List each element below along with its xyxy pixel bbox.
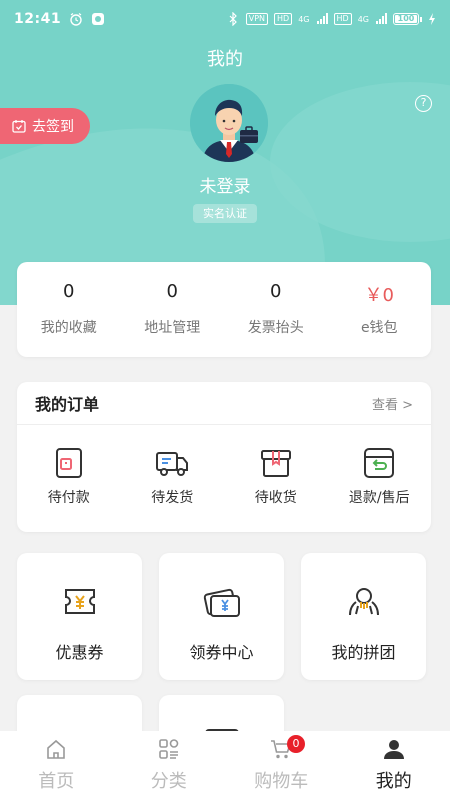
signal-icon [376, 13, 387, 24]
sign-in-button[interactable]: 去签到 [0, 108, 90, 144]
stat-value: 0 [63, 281, 75, 302]
user-avatar-icon [190, 84, 268, 162]
order-pending-payment[interactable]: 待付款 [17, 445, 121, 507]
tile-label: 领券中心 [189, 643, 254, 662]
tab-label: 我的 [375, 771, 412, 792]
stat-value: 0 [270, 281, 282, 302]
help-button[interactable]: ? [415, 95, 432, 112]
bluetooth-icon [229, 12, 237, 26]
stat-label: 发票抬头 [247, 320, 304, 336]
order-pending-receipt[interactable]: 待收货 [224, 445, 328, 507]
stat-invoice[interactable]: 0 发票抬头 [224, 262, 328, 357]
login-status[interactable]: 未登录 [0, 172, 450, 197]
order-label: 退款/售后 [348, 490, 410, 506]
charging-icon [429, 13, 435, 25]
tab-category[interactable]: 分类 [113, 731, 226, 800]
order-pending-shipment[interactable]: 待发货 [121, 445, 225, 507]
order-label: 待收货 [254, 490, 297, 506]
package-icon [260, 450, 291, 477]
orders-header: 我的订单 查看 > [17, 382, 431, 425]
status-bar: 12:41 VPN HD 4G HD 4G 100 [0, 0, 450, 38]
tab-label: 分类 [150, 771, 187, 792]
coupon-icon [64, 589, 95, 614]
wallet-balance: ￥0 [364, 285, 394, 306]
hd-indicator: HD [274, 13, 293, 25]
stats-card: 0 我的收藏 0 地址管理 0 发票抬头 ￥0 e钱包 [17, 262, 431, 357]
orders-card: 我的订单 查看 > 待付款 待发货 待收货 退款/售后 [17, 382, 431, 532]
orders-view-all-link[interactable]: 查看 > [372, 394, 413, 413]
tab-label: 购物车 [254, 771, 309, 792]
battery-level: 100 [395, 15, 417, 23]
tab-cart[interactable]: 购物车 [225, 731, 338, 800]
alarm-icon [70, 13, 82, 26]
truck-icon [156, 452, 189, 476]
network-indicator: 4G [298, 14, 310, 24]
hd-indicator: HD [333, 13, 352, 25]
home-icon [47, 739, 66, 759]
group-buy-icon [348, 588, 379, 616]
tile-label: 优惠券 [55, 643, 104, 662]
order-label: 待发货 [151, 490, 194, 506]
page-title: 我的 [207, 49, 243, 70]
orders-title: 我的订单 [35, 395, 100, 414]
tile-group-buy[interactable]: 我的拼团 [301, 553, 426, 680]
profile-icon [383, 740, 404, 759]
tile-label: 我的拼团 [331, 643, 396, 662]
status-time: 12:41 [14, 11, 62, 27]
wallet-icon [55, 448, 82, 478]
coupon-center-icon [203, 588, 240, 617]
verify-badge[interactable]: 实名认证 [193, 204, 257, 223]
bottom-tab-bar: 首页 分类 购物车 我的 [0, 731, 450, 800]
battery-icon: 100 [393, 13, 422, 25]
signal-icon [316, 13, 328, 24]
category-icon [158, 739, 179, 759]
tab-label: 首页 [38, 771, 75, 792]
order-label: 待付款 [47, 490, 90, 506]
stat-label: 地址管理 [144, 320, 201, 336]
tab-home[interactable]: 首页 [0, 731, 113, 800]
stat-value: 0 [166, 281, 178, 302]
tab-profile[interactable]: 我的 [338, 731, 450, 800]
refund-icon [364, 448, 395, 478]
calendar-check-icon [12, 120, 26, 133]
stat-label: e钱包 [360, 320, 398, 336]
app-notification-icon [92, 13, 105, 25]
order-refund[interactable]: 退款/售后 [328, 445, 432, 507]
network-indicator: 4G [357, 14, 369, 24]
tile-coupon-center[interactable]: 领券中心 [159, 553, 284, 680]
sign-in-label: 去签到 [32, 119, 74, 135]
cart-badge: 0 [287, 735, 305, 753]
stat-wallet[interactable]: ￥0 e钱包 [328, 262, 432, 357]
stat-favorites[interactable]: 0 我的收藏 [17, 262, 121, 357]
tile-coupons[interactable]: 优惠券 [17, 553, 142, 680]
avatar[interactable] [190, 84, 268, 162]
vpn-indicator: VPN [245, 13, 269, 25]
stat-addresses[interactable]: 0 地址管理 [121, 262, 225, 357]
stat-label: 我的收藏 [40, 320, 97, 336]
